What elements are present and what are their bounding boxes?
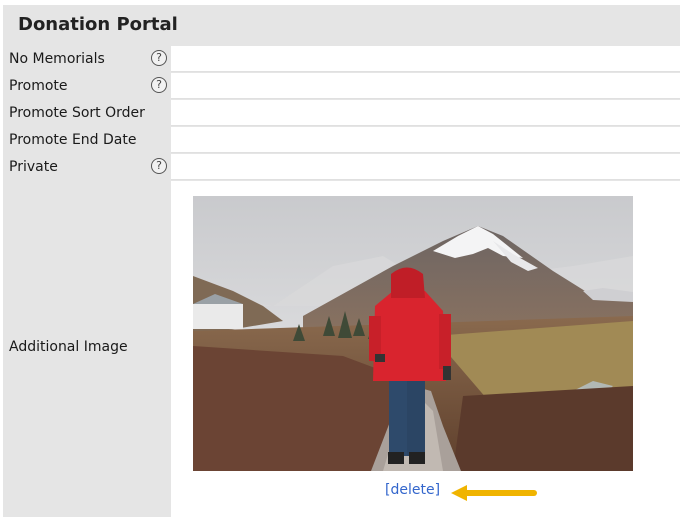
field-label-no-memorials: No Memorials — [9, 51, 105, 67]
field-value-no-memorials[interactable] — [171, 46, 680, 72]
field-value-promote-end-date[interactable] — [171, 127, 680, 153]
yellow-arrow-icon — [451, 485, 537, 501]
field-value-promote[interactable] — [171, 73, 680, 99]
field-value-private[interactable] — [171, 154, 680, 180]
field-value-additional-image: [delete] — [171, 181, 680, 517]
field-label-cell: No Memorials ? — [3, 46, 171, 72]
field-label-cell: Private ? — [3, 154, 171, 180]
additional-image-preview — [193, 196, 633, 471]
field-label-cell: Additional Image — [3, 181, 171, 517]
section-header: Donation Portal — [3, 5, 680, 46]
delete-image-link[interactable]: [delete] — [385, 482, 440, 498]
page-title: Donation Portal — [18, 14, 178, 35]
field-label-cell: Promote Sort Order — [3, 100, 171, 126]
help-icon[interactable]: ? — [151, 77, 167, 93]
form-row-promote: Promote ? — [3, 73, 680, 99]
field-label-promote-sort-order: Promote Sort Order — [9, 105, 145, 121]
form-row-no-memorials: No Memorials ? — [3, 46, 680, 72]
field-label-promote-end-date: Promote End Date — [9, 132, 137, 148]
form-row-private: Private ? — [3, 154, 680, 180]
field-label-additional-image: Additional Image — [9, 339, 128, 355]
form-row-additional-image: Additional Image [delete] — [3, 181, 680, 517]
field-label-private: Private — [9, 159, 58, 175]
help-icon[interactable]: ? — [151, 50, 167, 66]
field-value-promote-sort-order[interactable] — [171, 100, 680, 126]
form-row-promote-end-date: Promote End Date — [3, 127, 680, 153]
field-label-promote: Promote — [9, 78, 68, 94]
form-row-promote-sort-order: Promote Sort Order — [3, 100, 680, 126]
field-label-cell: Promote ? — [3, 73, 171, 99]
field-label-cell: Promote End Date — [3, 127, 171, 153]
help-icon[interactable]: ? — [151, 158, 167, 174]
donation-portal-form: Donation Portal No Memorials ? Promote ?… — [3, 5, 680, 517]
